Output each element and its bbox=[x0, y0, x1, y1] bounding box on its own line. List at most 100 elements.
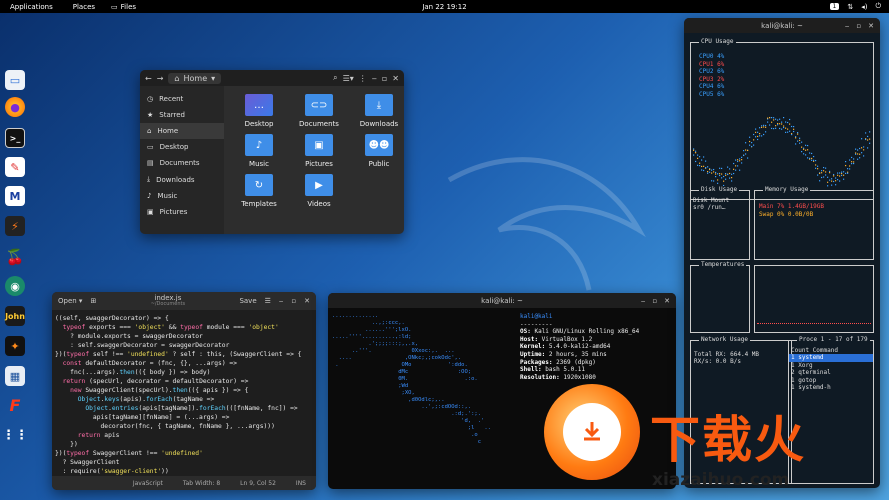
cpu-graph-point bbox=[749, 140, 751, 143]
back-icon[interactable]: ← bbox=[145, 74, 152, 83]
process-row[interactable]: 1 Xorg bbox=[789, 362, 873, 370]
kali-ascii-logo: .............. ..,;:ccc,. ......''';lxO.… bbox=[332, 313, 491, 445]
cpu-graph-point bbox=[771, 117, 773, 119]
sidebar-item-downloads[interactable]: ⤓ Downloads bbox=[140, 171, 224, 188]
folder-pictures[interactable]: ▣ Pictures bbox=[290, 134, 348, 168]
cpu-graph-point bbox=[847, 172, 849, 174]
john-icon[interactable]: John bbox=[5, 306, 25, 326]
sidebar-item-starred[interactable]: ★ Starred bbox=[140, 107, 224, 123]
kali-dragon-icon[interactable]: ✦ bbox=[5, 336, 25, 356]
cpu-graph-point bbox=[709, 171, 711, 173]
cpu-legend-item: CPU4 6% bbox=[699, 83, 724, 91]
memory-usage-panel: Memory Usage Main 7% 1.4GB/19GB Swap 0% … bbox=[754, 186, 874, 260]
kali-tools-icon[interactable]: ▦ bbox=[5, 366, 25, 386]
cpu-graph-point bbox=[831, 184, 833, 186]
location-button[interactable]: ⌂ Home ▾ bbox=[168, 72, 222, 84]
cpu-graph-point bbox=[841, 174, 843, 177]
process-row[interactable]: 1 systemd bbox=[789, 354, 873, 362]
view-options-icon[interactable]: ☰▾ bbox=[343, 74, 354, 83]
open-button[interactable]: Open ▾ bbox=[58, 297, 82, 305]
sidebar-item-pictures[interactable]: ▣ Pictures bbox=[140, 204, 224, 220]
maximize-icon[interactable]: ▫ bbox=[652, 297, 657, 305]
cpu-graph-point bbox=[757, 131, 759, 133]
folder-downloads[interactable]: ⤓ Downloads bbox=[350, 94, 404, 128]
sidebar-item-documents[interactable]: ▤ Documents bbox=[140, 155, 224, 171]
cpu-graph-point bbox=[755, 128, 757, 130]
minimize-icon[interactable]: ‒ bbox=[641, 297, 645, 305]
maltego-icon[interactable]: ◉ bbox=[5, 276, 25, 296]
terminal-icon[interactable]: >_ bbox=[5, 128, 25, 148]
maximize-icon[interactable]: ▫ bbox=[856, 22, 861, 30]
metasploit-icon[interactable]: M bbox=[5, 186, 25, 206]
new-tab-icon[interactable]: ⊞ bbox=[90, 297, 96, 305]
code-area[interactable]: ((self, swaggerDecorator) => { typeof ex… bbox=[52, 310, 316, 480]
cpu-graph-point bbox=[759, 135, 761, 137]
faraday-icon[interactable]: F bbox=[5, 395, 25, 415]
cpu-name: CPU0 bbox=[699, 53, 718, 60]
cpu-graph-point bbox=[809, 157, 811, 159]
minimize-icon[interactable]: ‒ bbox=[845, 22, 849, 30]
cpu-graph-point bbox=[763, 126, 765, 128]
cpu-graph-point bbox=[721, 167, 723, 170]
cpu-graph-point bbox=[739, 158, 741, 160]
folder-documents[interactable]: ⊂⊃ Documents bbox=[290, 94, 348, 128]
cpu-graph-point bbox=[807, 157, 809, 159]
minimize-icon[interactable]: ‒ bbox=[279, 297, 283, 305]
cherrytree-icon[interactable]: 🍒 bbox=[5, 247, 25, 267]
folder-videos[interactable]: ▶ Videos bbox=[290, 174, 348, 208]
folder-public[interactable]: ☻☻ Public bbox=[350, 134, 404, 168]
cpu-legend-item: CPU0 4% bbox=[699, 53, 724, 61]
cpu-graph-point bbox=[837, 174, 839, 176]
minimize-icon[interactable]: ‒ bbox=[372, 74, 377, 83]
text-editor-icon[interactable]: ✎ bbox=[5, 157, 25, 177]
forward-icon[interactable]: → bbox=[157, 74, 164, 83]
cpu-graph-point bbox=[835, 184, 837, 186]
sidebar-item-home[interactable]: ⌂ Home bbox=[140, 123, 224, 139]
panel-title: CPU Usage bbox=[699, 38, 736, 45]
burp-icon[interactable]: ⚡ bbox=[5, 216, 25, 236]
folder-music[interactable]: ♪ Music bbox=[230, 134, 288, 168]
app-grid-icon[interactable]: ⋮⋮ bbox=[2, 425, 28, 445]
folder-templates[interactable]: ↻ Templates bbox=[230, 174, 288, 208]
firefox-icon[interactable]: ● bbox=[5, 97, 25, 117]
file-manager-icon[interactable]: ▭ bbox=[5, 70, 25, 90]
cpu-graph-point bbox=[699, 165, 701, 167]
language-selector[interactable]: JavaScript bbox=[133, 480, 163, 487]
clock[interactable]: Jan 22 19:12 bbox=[0, 3, 889, 11]
sidebar-item-desktop[interactable]: ▭ Desktop bbox=[140, 139, 224, 155]
cpu-graph-point bbox=[789, 130, 791, 132]
cpu-graph-point bbox=[861, 147, 863, 149]
cpu-graph-point bbox=[737, 159, 739, 161]
close-icon[interactable]: ✕ bbox=[304, 297, 310, 305]
menu-icon[interactable]: ☰ bbox=[265, 297, 271, 305]
cpu-graph-point bbox=[863, 155, 865, 157]
cpu-graph-point bbox=[737, 160, 739, 163]
maximize-icon[interactable]: ▫ bbox=[382, 74, 387, 83]
close-icon[interactable]: ✕ bbox=[868, 22, 874, 30]
sidebar-item-recent[interactable]: ◷ Recent bbox=[140, 91, 224, 107]
volume-icon[interactable]: ◂) bbox=[861, 3, 867, 11]
folder-desktop[interactable]: … Desktop bbox=[230, 94, 288, 128]
neofetch-info[interactable]: kali@kali --------- OS: Kali GNU/Linux R… bbox=[520, 313, 639, 381]
documents-folder-icon: ⊂⊃ bbox=[305, 94, 333, 116]
cpu-graph-point bbox=[827, 185, 829, 187]
network-icon[interactable]: ⇅ bbox=[847, 3, 853, 11]
cpu-graph-point bbox=[733, 172, 735, 175]
file-path: ~/Documents bbox=[150, 301, 186, 307]
info-row: Uptime: 2 hours, 35 mins bbox=[520, 351, 639, 359]
sidebar-item-music[interactable]: ♪ Music bbox=[140, 188, 224, 204]
search-icon[interactable]: ⌕ bbox=[333, 73, 337, 83]
close-icon[interactable]: ✕ bbox=[664, 297, 670, 305]
menu-icon[interactable]: ⋮ bbox=[359, 74, 367, 83]
workspace-indicator[interactable]: 1 bbox=[829, 3, 840, 10]
cpu-graph-point bbox=[797, 132, 799, 134]
cpu-graph-point bbox=[807, 144, 809, 147]
panel-title: Disk Usage bbox=[699, 186, 740, 193]
power-icon[interactable]: ⏻ bbox=[875, 2, 881, 11]
maximize-icon[interactable]: ▫ bbox=[291, 297, 296, 305]
cpu-graph-point bbox=[807, 149, 809, 151]
close-icon[interactable]: ✕ bbox=[392, 74, 399, 83]
save-button[interactable]: Save bbox=[239, 297, 256, 305]
process-row[interactable]: 2 qterminal bbox=[789, 369, 873, 377]
tab-width-selector[interactable]: Tab Width: 8 bbox=[183, 480, 220, 487]
